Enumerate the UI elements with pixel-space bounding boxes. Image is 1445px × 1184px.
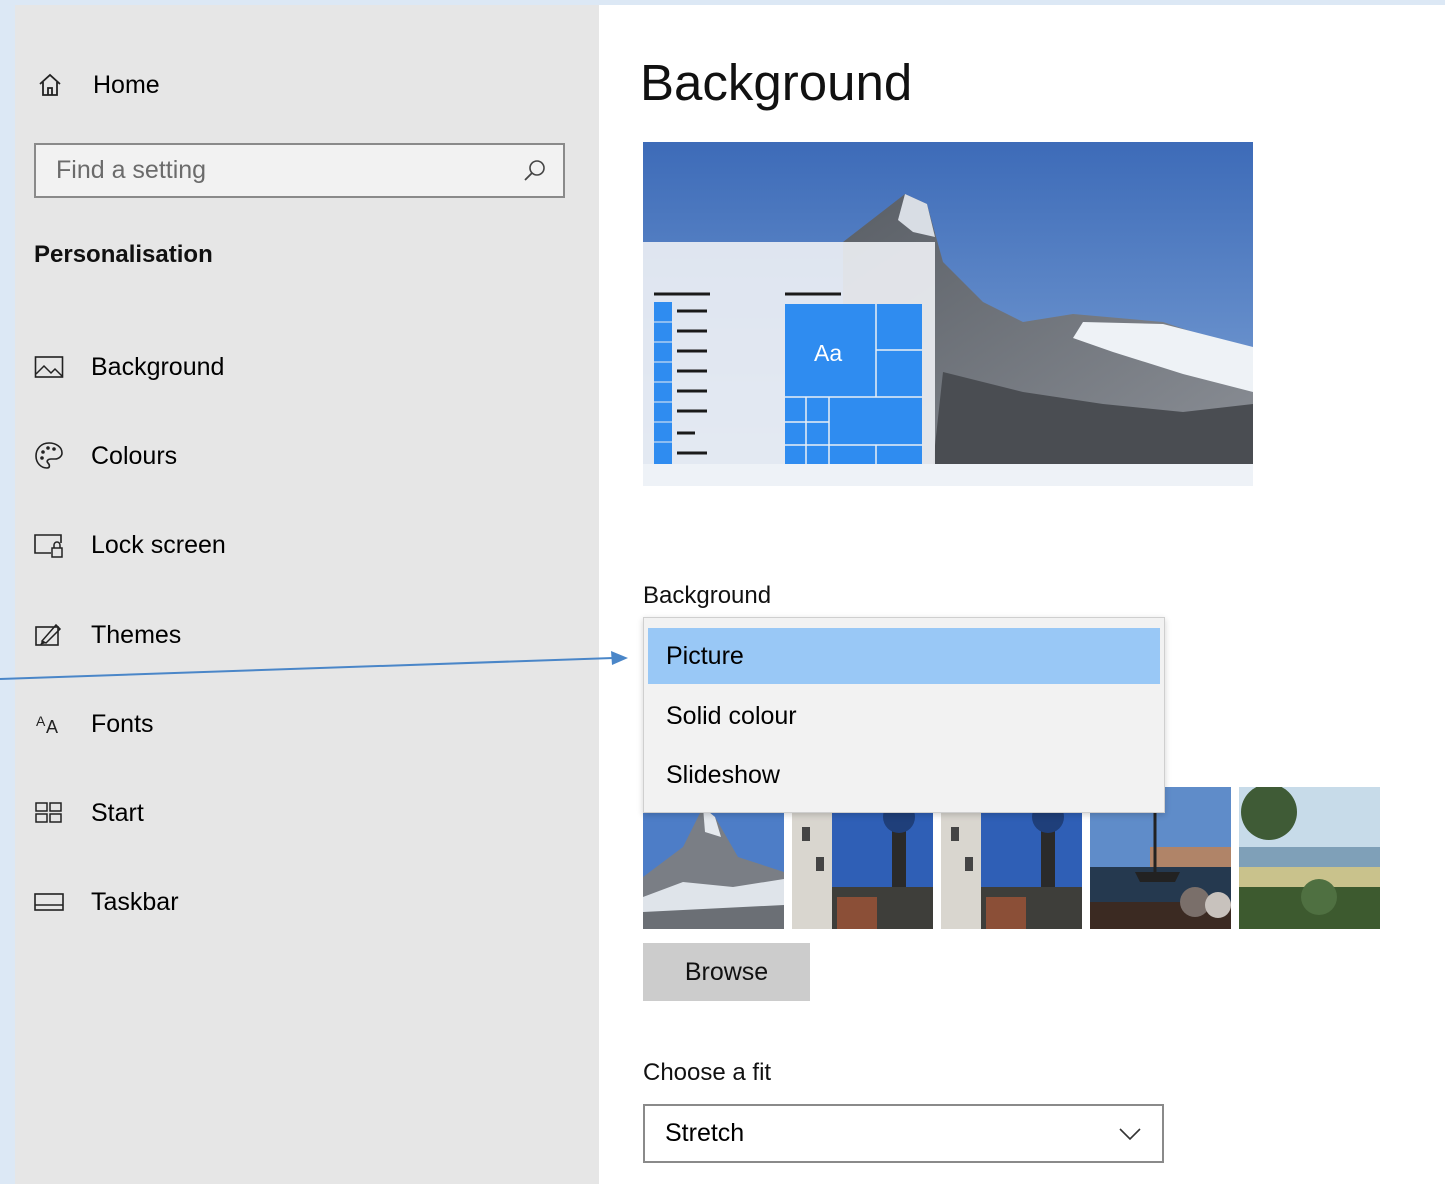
search-icon[interactable] [515,151,555,191]
picture-icon [33,351,65,383]
search-input[interactable] [36,155,515,186]
recent-image-thumbnail[interactable] [1239,787,1380,929]
themes-icon [33,619,65,651]
sidebar-item-fonts[interactable]: AA Fonts [33,702,154,746]
sidebar-item-label: Start [91,798,144,827]
sidebar-item-label: Background [91,352,225,381]
svg-text:A: A [46,717,58,737]
section-title: Personalisation [34,241,213,268]
sidebar-item-start[interactable]: Start [33,791,144,835]
page-title: Background [640,54,913,111]
browse-button[interactable]: Browse [643,943,810,1001]
sidebar-item-taskbar[interactable]: Taskbar [33,880,179,924]
search-box[interactable] [34,143,565,198]
sidebar-item-themes[interactable]: Themes [33,613,181,657]
home-icon [35,70,65,100]
home-link[interactable]: Home [35,67,160,103]
palette-icon [33,440,65,472]
sidebar-item-label: Lock screen [91,530,226,559]
dropdown-option-solid-colour[interactable]: Solid colour [648,688,1160,744]
sidebar-item-label: Taskbar [91,887,179,916]
dropdown-option-picture[interactable]: Picture [648,628,1160,684]
lock-screen-icon [33,529,65,561]
sidebar-item-label: Colours [91,441,178,470]
main-panel: Background Aa Background Picture Solid c… [599,5,1445,1184]
chevron-down-icon [1110,1119,1150,1149]
fit-select[interactable]: Stretch [643,1104,1164,1163]
background-dropdown-list[interactable]: Picture Solid colour Slideshow [643,617,1165,813]
background-label: Background [643,582,772,609]
sidebar-item-label: Themes [91,620,182,649]
start-icon [33,797,65,829]
sidebar-item-colours[interactable]: Colours [33,434,177,478]
taskbar-icon [33,886,65,918]
home-label: Home [93,70,160,99]
dropdown-option-slideshow[interactable]: Slideshow [648,747,1160,803]
sidebar-item-lock-screen[interactable]: Lock screen [33,523,226,567]
preview-tile-text: Aa [814,340,843,366]
fonts-icon: AA [33,708,65,740]
sidebar-item-background[interactable]: Background [33,345,224,389]
desktop-preview: Aa [643,142,1253,486]
sidebar: Home Personalisation Background Colours … [15,5,599,1184]
sidebar-item-label: Fonts [91,709,154,738]
fit-label: Choose a fit [643,1059,772,1086]
svg-text:A: A [36,713,46,729]
fit-select-value: Stretch [665,1119,745,1147]
